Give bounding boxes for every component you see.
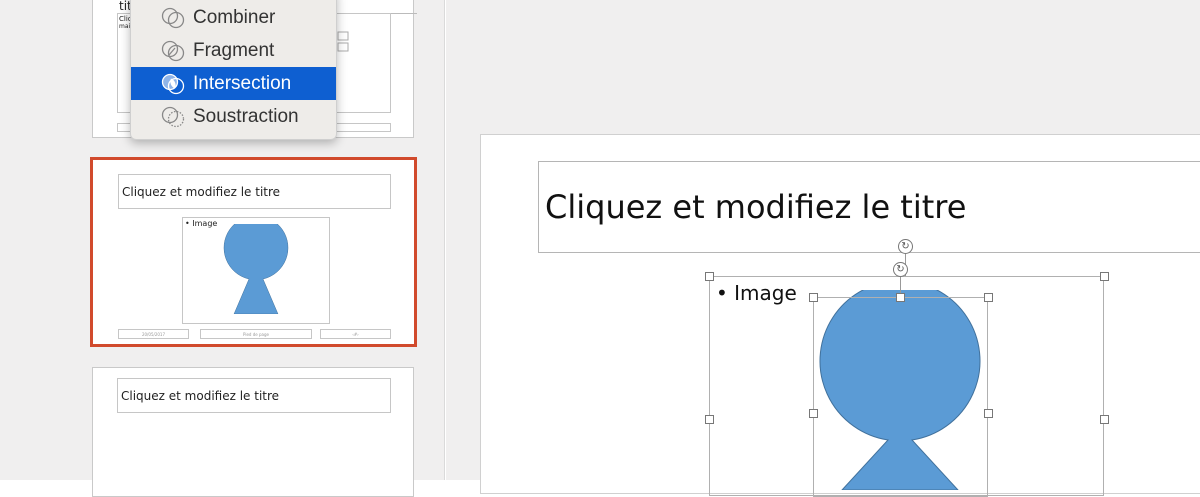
thumbnail-small-graphic [337, 31, 349, 52]
thumbnail-bullet: • Image [185, 219, 218, 228]
resize-handle[interactable] [896, 293, 905, 302]
menu-item-label: Fragment [193, 39, 275, 61]
rotate-handle-icon[interactable]: ↻ [898, 239, 913, 254]
intersect-shapes-icon [161, 73, 185, 95]
slide-thumbnail-3[interactable]: Cliquez et modifiez le titre [92, 367, 414, 497]
menu-item-fragment[interactable]: Fragment [131, 34, 336, 67]
thumbnail-title: Cliquez et modifiez le titre [118, 174, 391, 209]
merge-shapes-menu: Combiner Fragment Intersection Soustract… [130, 0, 337, 140]
thumbnail-content-placeholder: • Image [182, 217, 330, 324]
resize-handle[interactable] [809, 293, 818, 302]
thumbnail-footer-date: 20/05/2017 [118, 329, 189, 339]
rotate-handle-icon[interactable]: ↻ [893, 262, 908, 277]
slide-title-placeholder[interactable]: Cliquez et modifiez le titre [538, 161, 1200, 253]
resize-handle[interactable] [1100, 272, 1109, 281]
resize-handle[interactable] [705, 272, 714, 281]
content-bullet-text[interactable]: • Image [716, 281, 797, 305]
menu-item-soustraction[interactable]: Soustraction [131, 100, 336, 133]
menu-item-intersection[interactable]: Intersection [131, 67, 336, 100]
resize-handle[interactable] [984, 293, 993, 302]
menu-item-label: Intersection [193, 72, 292, 94]
combine-shapes-icon [161, 7, 185, 29]
resize-handle[interactable] [1100, 415, 1109, 424]
slide-thumbnail-pane: titre Clic mais Cliquez et modifiez le t… [0, 0, 445, 497]
thumbnail-footer-slide-number: ‹#› [320, 329, 391, 339]
shape-selection-frame [813, 297, 988, 497]
resize-handle[interactable] [705, 415, 714, 424]
thumbnail-footer-text: Pied de page [200, 329, 312, 339]
menu-item-combiner[interactable]: Combiner [131, 1, 336, 34]
menu-item-label: Soustraction [193, 105, 299, 127]
fragment-shapes-icon [161, 40, 185, 62]
resize-handle[interactable] [809, 409, 818, 418]
subtract-shapes-icon [161, 106, 185, 128]
menu-item-label: Combiner [193, 6, 276, 28]
thumbnail-title: Cliquez et modifiez le titre [117, 378, 391, 413]
resize-handle[interactable] [984, 409, 993, 418]
slide-thumbnail-2[interactable]: Cliquez et modifiez le titre • Image 20/… [90, 157, 417, 347]
thumbnail-keyhole-shape [223, 224, 289, 314]
